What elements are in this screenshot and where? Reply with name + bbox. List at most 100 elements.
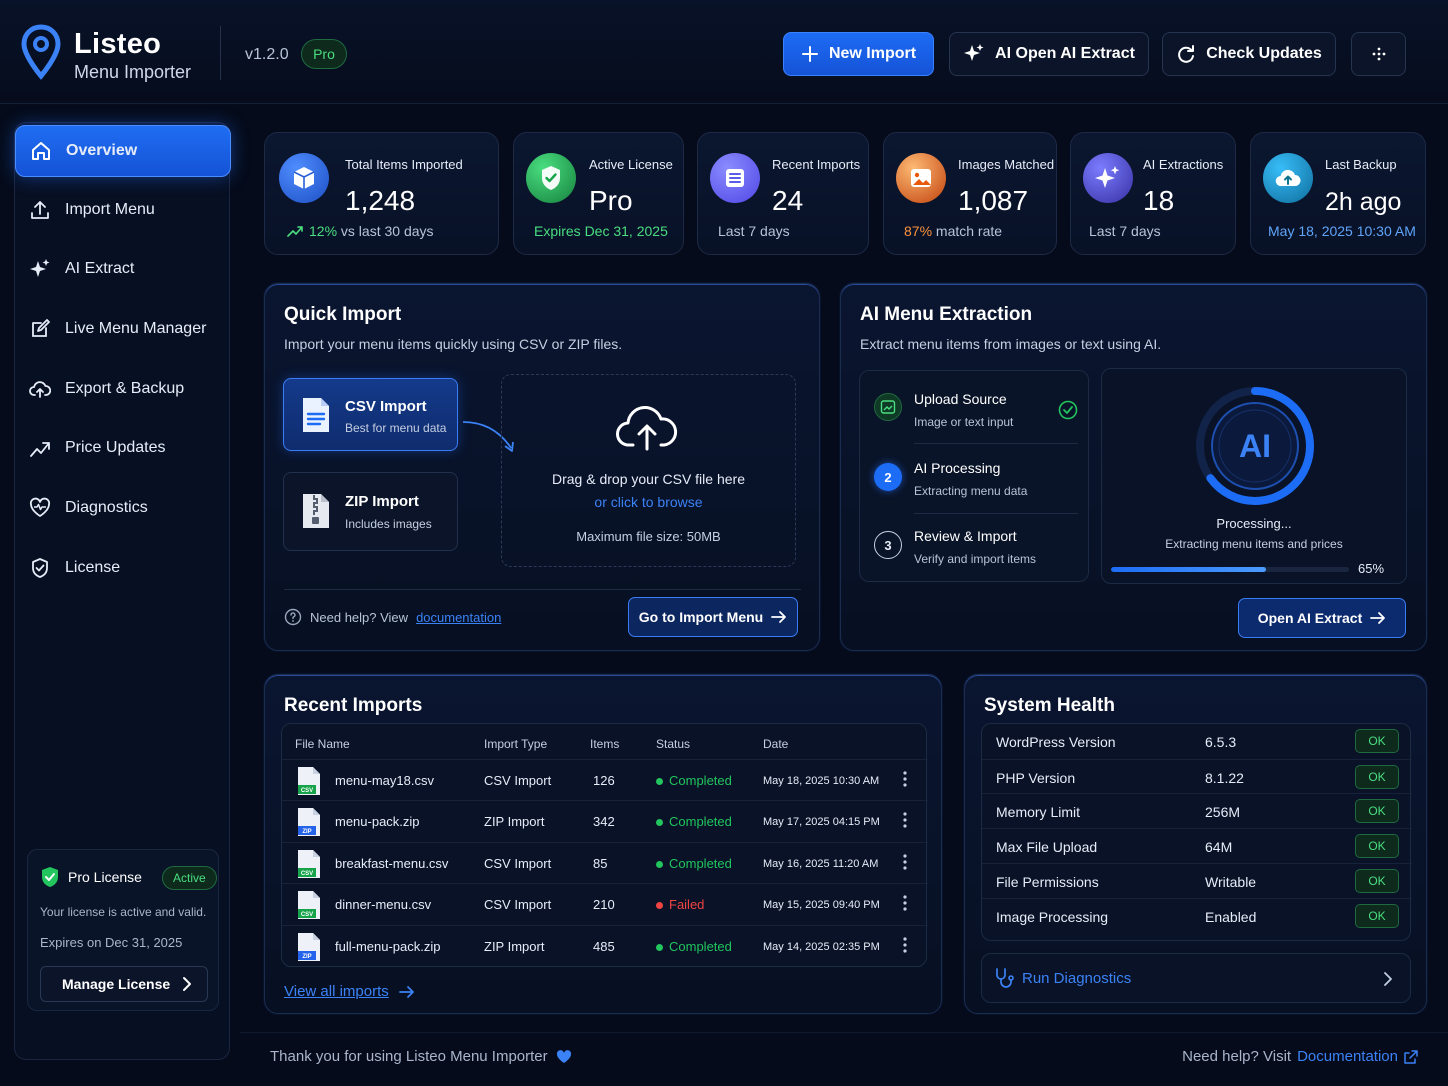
- sidebar-item-diagnostics[interactable]: Diagnostics: [15, 482, 231, 534]
- file-name[interactable]: full-menu-pack.zip: [335, 939, 441, 954]
- stat-label: Last Backup: [1325, 157, 1397, 172]
- file-type-label: CSV: [301, 871, 313, 877]
- heart-pulse-icon: [29, 497, 51, 517]
- health-label: PHP Version: [996, 770, 1076, 786]
- run-diagnostics-label: Run Diagnostics: [1022, 969, 1132, 987]
- file-name[interactable]: breakfast-menu.csv: [335, 856, 448, 871]
- status-badge: Completed: [656, 773, 732, 788]
- edit-icon: [32, 319, 50, 337]
- stat-value: 1,248: [345, 185, 416, 216]
- health-value: 64M: [1205, 839, 1233, 855]
- sidebar-item-price-updates[interactable]: Price Updates: [15, 422, 231, 474]
- more-menu-button[interactable]: [1351, 32, 1406, 76]
- go-to-import-menu-button[interactable]: Go to Import Menu: [628, 597, 798, 637]
- file-name[interactable]: dinner-menu.csv: [335, 897, 431, 912]
- stat-sub-highlight: Expires Dec 31, 2025: [534, 223, 668, 239]
- step-subtitle: Verify and import items: [914, 552, 1037, 566]
- sidebar-item-ai-extract[interactable]: AI Extract: [15, 243, 231, 295]
- stat-label: AI Extractions: [1143, 157, 1224, 172]
- manage-license-label: Manage License: [62, 976, 171, 992]
- health-row: PHP Version 8.1.22 OK: [982, 759, 1412, 794]
- extraction-steps: Upload Source Image or text input 2 AI P…: [859, 370, 1089, 582]
- documentation-link[interactable]: documentation: [416, 610, 501, 625]
- health-row: Image Processing Enabled OK: [982, 898, 1412, 933]
- footer-help-text: Need help? Visit: [1182, 1048, 1292, 1065]
- help-text: Need help? View: [310, 609, 409, 625]
- cube-icon: [279, 153, 329, 203]
- app-header: Listeo Menu Importer v1.2.0 Pro New Impo…: [0, 0, 1448, 104]
- sidebar-item-license[interactable]: License: [15, 542, 231, 594]
- zip-file-icon: [303, 494, 329, 528]
- item-count: 485: [593, 939, 615, 954]
- import-type: ZIP Import: [484, 814, 545, 829]
- ok-badge: OK: [1355, 765, 1399, 789]
- file-drop-zone[interactable]: Drag & drop your CSV file here or click …: [501, 374, 796, 567]
- new-import-label: New Import: [828, 45, 917, 62]
- sidebar-item-export-backup[interactable]: Export & Backup: [15, 363, 231, 415]
- browse-link[interactable]: or click to browse: [502, 494, 795, 510]
- sidebar-item-live-menu-manager[interactable]: Live Menu Manager: [15, 303, 231, 355]
- status-text: Failed: [669, 897, 705, 912]
- step-title: Upload Source: [914, 391, 1007, 407]
- step-subtitle: Image or text input: [914, 415, 1014, 429]
- brand: Listeo Menu Importer: [74, 28, 191, 83]
- view-all-imports-link[interactable]: View all imports: [284, 983, 415, 1000]
- table-row[interactable]: CSV menu-may18.csv CSV Import 126 Completed M…: [282, 759, 928, 800]
- kebab-menu-icon[interactable]: [902, 894, 908, 912]
- kebab-menu-icon[interactable]: [902, 811, 908, 829]
- heart-icon: [556, 1049, 571, 1063]
- status-badge: Completed: [656, 814, 732, 829]
- open-ai-extract-button[interactable]: Open AI Extract: [1238, 598, 1406, 638]
- kebab-menu-icon[interactable]: [902, 770, 908, 788]
- run-diagnostics-button[interactable]: Run Diagnostics: [981, 953, 1411, 1003]
- kebab-menu-icon[interactable]: [902, 936, 908, 954]
- footer-thanks: Thank you for using Listeo Menu Importer: [270, 1048, 572, 1065]
- step-subtitle: Extracting menu data: [914, 484, 1028, 498]
- panel-divider: [284, 589, 801, 590]
- stat-sub: 12% vs last 30 days: [287, 223, 434, 239]
- panel-description: Extract menu items from images or text u…: [860, 336, 1162, 352]
- item-count: 126: [593, 773, 615, 788]
- cloud-upload-icon: [616, 406, 678, 451]
- processing-status: Processing...: [1216, 516, 1292, 531]
- system-health-list: WordPress Version 6.5.3 OK PHP Version 8.1.2…: [981, 723, 1412, 941]
- recent-imports-table: File Name Import Type Items Status Date …: [281, 723, 928, 967]
- manage-license-button[interactable]: Manage License: [40, 966, 208, 1002]
- sidebar: Overview Import Menu AI Extract Live Men…: [14, 122, 231, 1060]
- stat-sub-text: Last 7 days: [718, 223, 790, 239]
- stat-card-total-items: Total Items Imported 1,248 12% vs last 3…: [264, 132, 499, 255]
- pro-badge: Pro: [301, 39, 347, 69]
- panel-title: Quick Import: [284, 304, 402, 325]
- upload-icon: [31, 201, 49, 219]
- new-import-button[interactable]: New Import: [783, 32, 934, 76]
- ai-progress-ring: AI: [1196, 387, 1314, 505]
- check-updates-button[interactable]: Check Updates: [1162, 32, 1336, 76]
- image-upload-icon: [874, 393, 902, 421]
- csv-import-desc: Best for menu data: [345, 421, 447, 435]
- kebab-menu-icon[interactable]: [902, 853, 908, 871]
- health-row: File Permissions Writable OK: [982, 863, 1412, 898]
- ai-extract-button[interactable]: AI Open AI Extract: [949, 32, 1149, 76]
- zip-import-card[interactable]: ZIP Import Includes images: [283, 472, 458, 551]
- health-row: WordPress Version 6.5.3 OK: [982, 724, 1412, 759]
- file-name[interactable]: menu-may18.csv: [335, 773, 434, 788]
- sidebar-item-overview[interactable]: Overview: [15, 125, 231, 177]
- stat-value: Pro: [589, 185, 633, 216]
- table-row[interactable]: ZIP menu-pack.zip ZIP Import 342 Completed Ma…: [282, 800, 928, 841]
- drop-zone-title: Drag & drop your CSV file here: [552, 471, 745, 487]
- home-icon: [32, 142, 50, 160]
- stat-sub: Last 7 days: [1089, 223, 1161, 239]
- footer-documentation-link[interactable]: Documentation: [1297, 1048, 1398, 1065]
- status-text: Completed: [669, 773, 732, 788]
- step-upload-source: Upload Source Image or text input: [860, 373, 1090, 443]
- sidebar-item-import-menu[interactable]: Import Menu: [15, 184, 231, 236]
- table-row[interactable]: CSV breakfast-menu.csv CSV Import 85 Complet…: [282, 842, 928, 883]
- table-row[interactable]: CSV dinner-menu.csv CSV Import 210 Failed May…: [282, 883, 928, 924]
- map-pin-logo-icon: [21, 24, 61, 80]
- stat-card-ai-extractions: AI Extractions 18 Last 7 days: [1070, 132, 1236, 255]
- file-name[interactable]: menu-pack.zip: [335, 814, 420, 829]
- csv-import-card[interactable]: CSV Import Best for menu data: [283, 378, 458, 451]
- table-row[interactable]: ZIP full-menu-pack.zip ZIP Import 485 Comple…: [282, 925, 928, 966]
- import-date: May 17, 2025 04:15 PM: [763, 816, 880, 828]
- ok-badge: OK: [1355, 904, 1399, 928]
